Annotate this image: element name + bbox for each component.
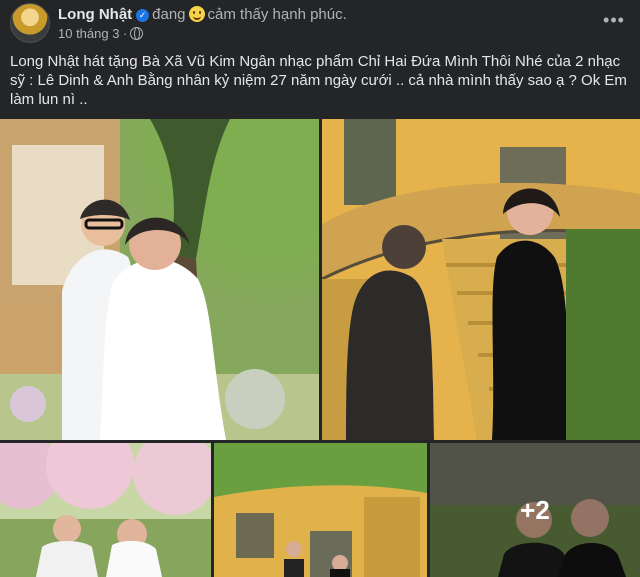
photo-cherry-blossom[interactable] [0, 443, 211, 577]
photo-more-overlay[interactable]: +2 [430, 443, 640, 577]
feeling-text: cảm thấy hạnh phúc. [207, 6, 347, 23]
photo-couple-garden-illustration [0, 119, 319, 440]
post-timestamp[interactable]: 10 tháng 3 · [58, 26, 127, 41]
photo-couple-stairs[interactable] [322, 119, 640, 440]
extra-photos-count: +2 [430, 443, 640, 577]
smile-emoji-icon [188, 6, 205, 22]
photo-cherry-blossom-illustration [0, 443, 211, 577]
post-meta: 10 tháng 3 · [58, 26, 144, 41]
more-options-icon[interactable]: ••• [602, 10, 626, 30]
verified-badge-icon: ✓ [136, 9, 150, 22]
photo-yellow-house[interactable] [214, 443, 427, 577]
photo-couple-garden[interactable] [0, 119, 319, 440]
photo-yellow-house-illustration [214, 443, 427, 577]
globe-icon[interactable] [130, 27, 144, 40]
post-text: Long Nhật hát tặng Bà Xã Vũ Kim Ngân nhạ… [10, 53, 627, 108]
author-avatar[interactable] [10, 3, 50, 43]
feeling-prefix: đang [152, 6, 186, 23]
post-header: Long Nhật ✓ đang cảm thấy hạnh phúc. 10 thá… [0, 0, 640, 46]
author-line: Long Nhật ✓ đang cảm thấy hạnh phúc. [58, 6, 347, 23]
photo-couple-stairs-illustration [322, 119, 640, 440]
author-name[interactable]: Long Nhật [58, 6, 132, 23]
